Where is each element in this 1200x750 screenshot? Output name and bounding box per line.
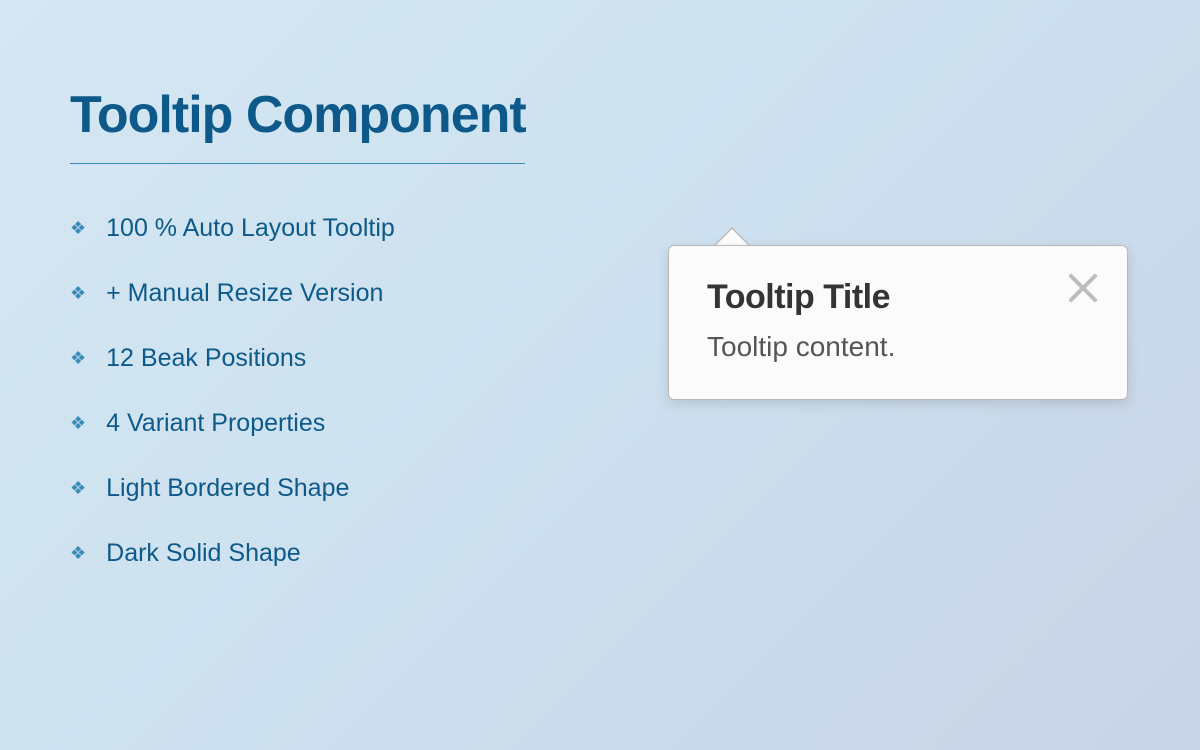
diamond-bullet-icon: ❖ (70, 348, 86, 369)
close-icon (1067, 272, 1099, 304)
tooltip-content: Tooltip content. (707, 331, 1089, 363)
tooltip-beak (714, 227, 750, 245)
list-item: ❖ + Manual Resize Version (70, 279, 590, 308)
list-item: ❖ Dark Solid Shape (70, 539, 590, 568)
list-item: ❖ Light Bordered Shape (70, 474, 590, 503)
feature-label: Dark Solid Shape (106, 539, 301, 568)
tooltip-box: Tooltip Title Tooltip content. (668, 245, 1128, 400)
diamond-bullet-icon: ❖ (70, 413, 86, 434)
list-item: ❖ 100 % Auto Layout Tooltip (70, 214, 590, 243)
page-title: Tooltip Component (70, 85, 590, 145)
feature-label: 100 % Auto Layout Tooltip (106, 214, 395, 243)
feature-label: Light Bordered Shape (106, 474, 349, 503)
title-underline (70, 163, 525, 164)
feature-label: + Manual Resize Version (106, 279, 383, 308)
diamond-bullet-icon: ❖ (70, 478, 86, 499)
diamond-bullet-icon: ❖ (70, 283, 86, 304)
feature-label: 12 Beak Positions (106, 344, 306, 373)
diamond-bullet-icon: ❖ (70, 543, 86, 564)
tooltip-title: Tooltip Title (707, 278, 1089, 317)
list-item: ❖ 12 Beak Positions (70, 344, 590, 373)
feature-list: ❖ 100 % Auto Layout Tooltip ❖ + Manual R… (70, 214, 590, 568)
tooltip-component: Tooltip Title Tooltip content. (668, 245, 1128, 400)
diamond-bullet-icon: ❖ (70, 218, 86, 239)
list-item: ❖ 4 Variant Properties (70, 409, 590, 438)
feature-label: 4 Variant Properties (106, 409, 325, 438)
close-button[interactable] (1065, 270, 1101, 306)
